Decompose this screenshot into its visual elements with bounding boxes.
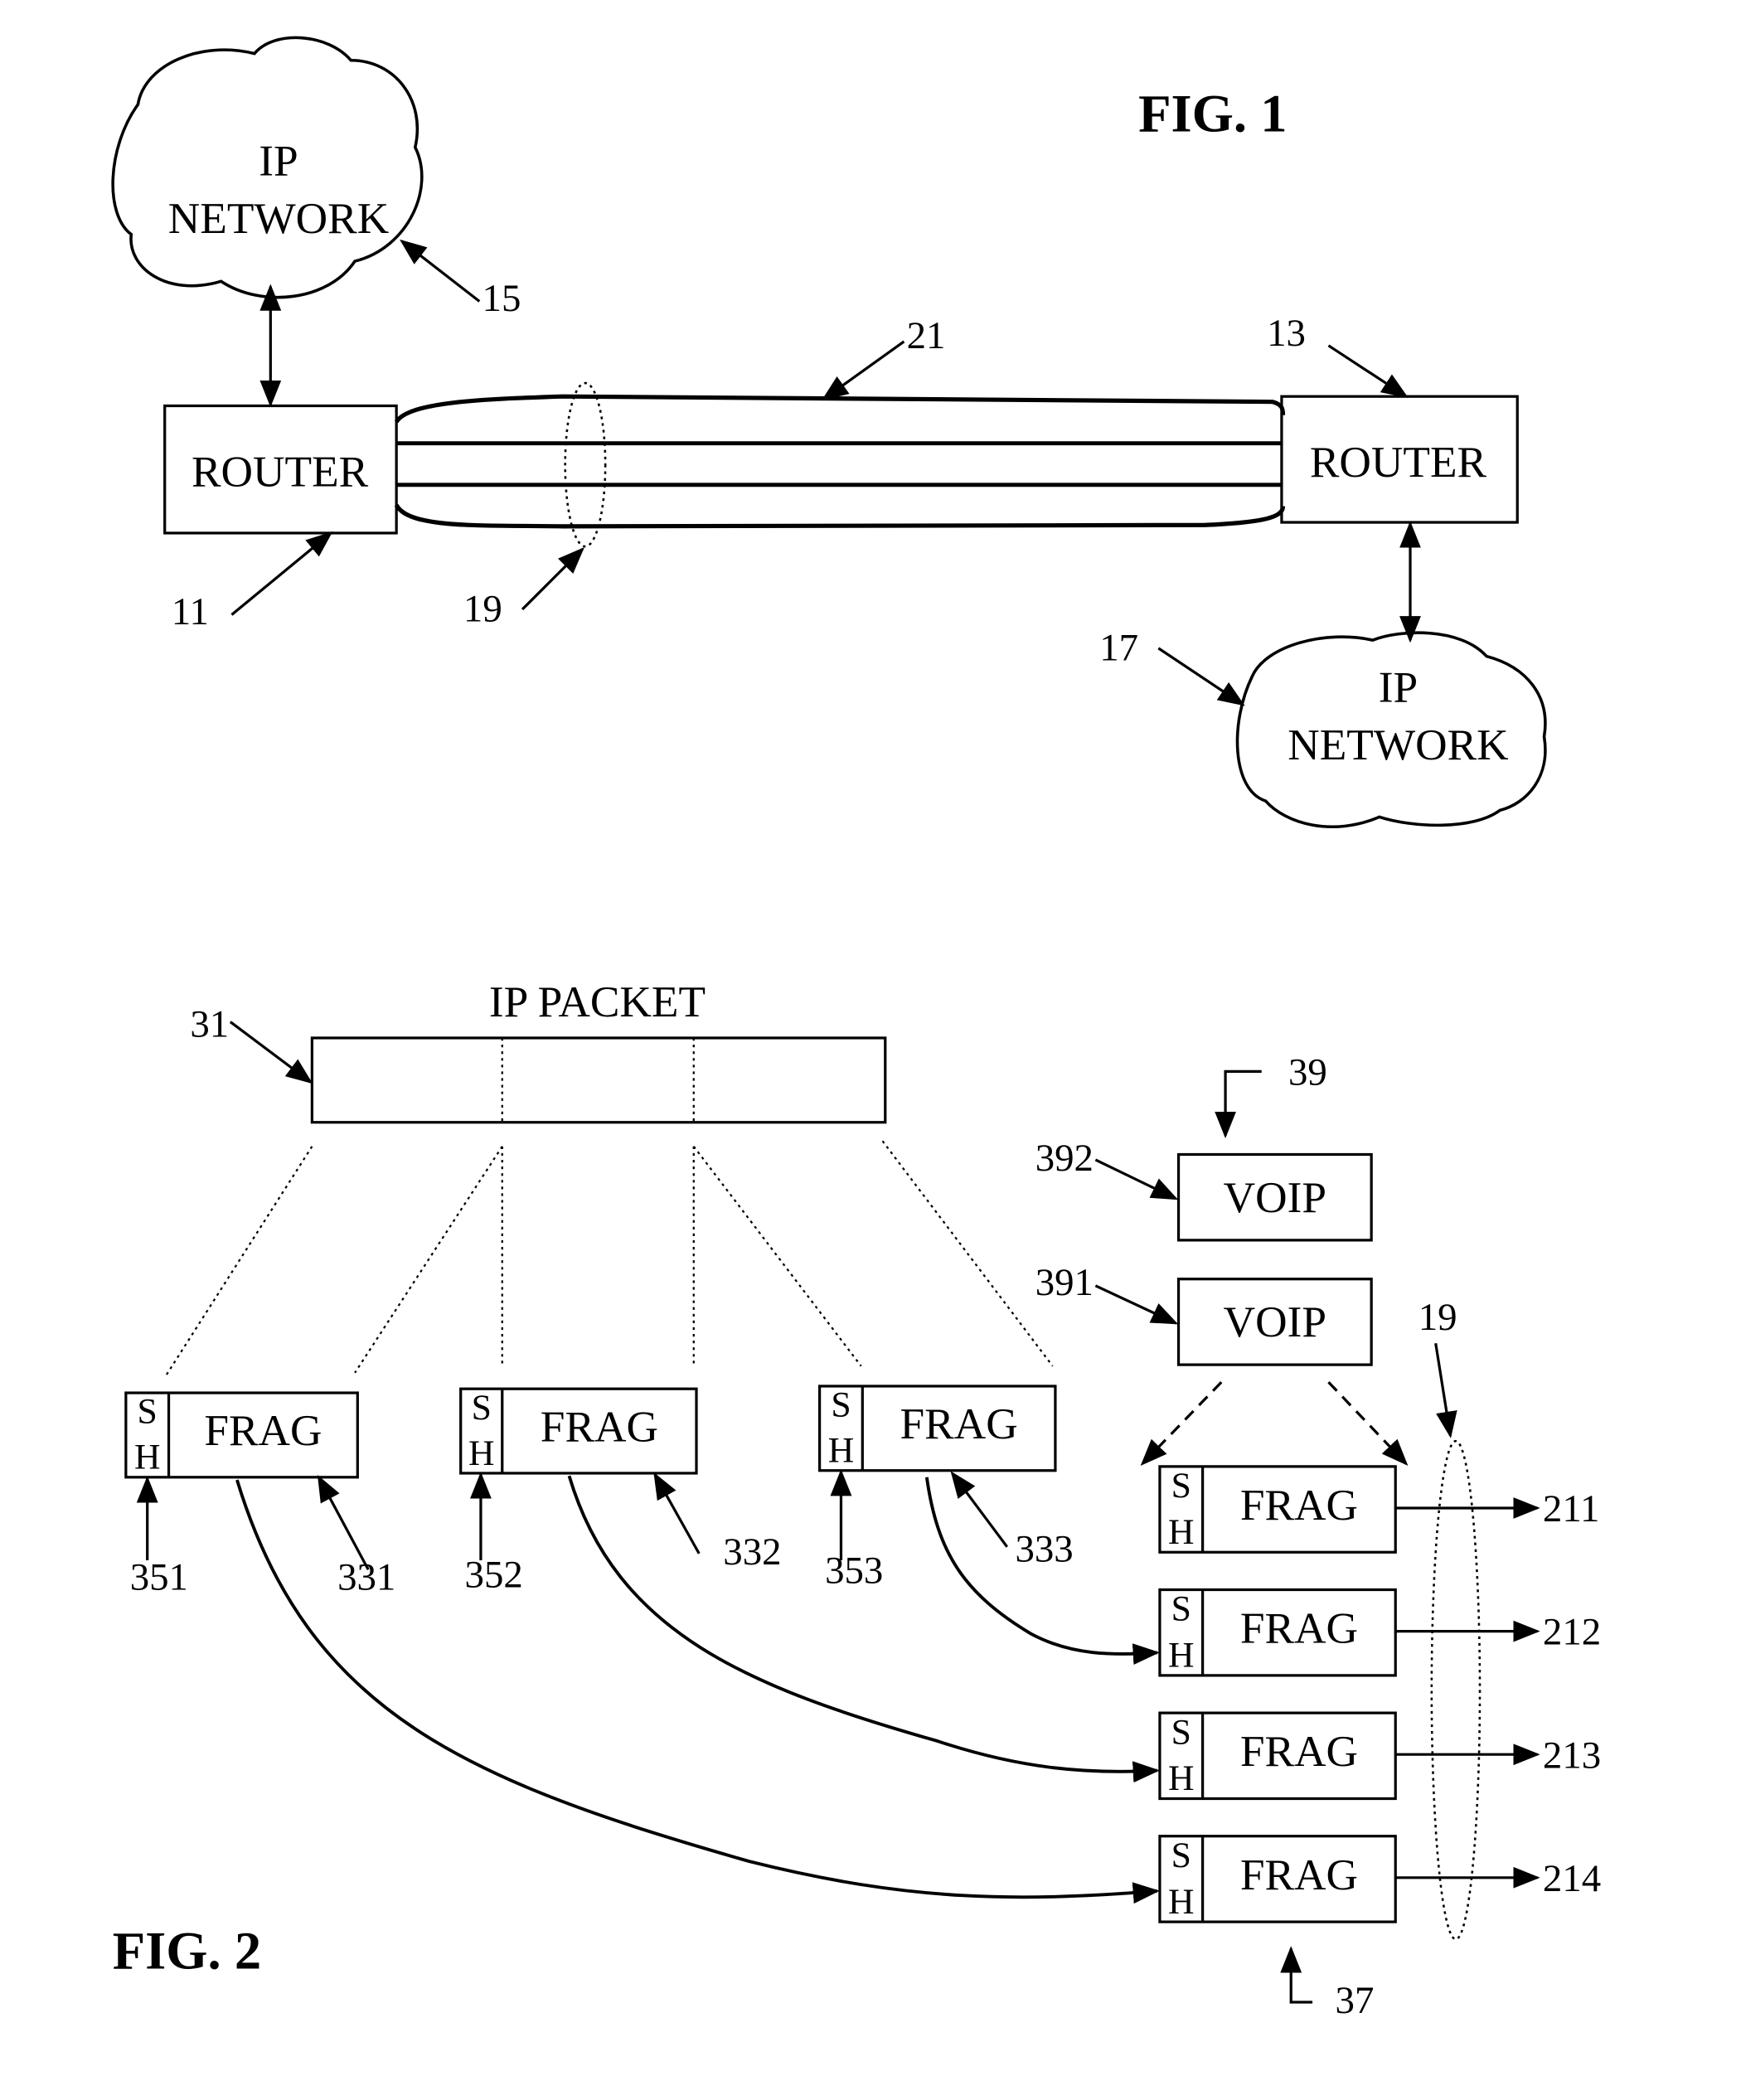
ip-packet <box>310 1036 887 1124</box>
ip-packet-label: IP PACKET <box>489 977 706 1026</box>
link-ref: 213 <box>1543 1734 1601 1777</box>
cloud-top-line1: IP <box>259 137 298 186</box>
voip-ref: 392 <box>1035 1137 1094 1180</box>
output-fragment: SH FRAG 212 <box>1158 1588 1601 1677</box>
header-h: H <box>468 1433 495 1473</box>
header-ref: 351 <box>130 1556 188 1599</box>
fragment-label: FRAG <box>1240 1481 1358 1530</box>
ref-21: 21 <box>907 314 946 357</box>
header-s: S <box>831 1385 851 1425</box>
voip-split-arrow-right <box>1327 1381 1409 1466</box>
cloud-bottom-line2: NETWORK <box>1288 720 1508 769</box>
fragment-label: FRAG <box>204 1406 322 1455</box>
ref-19-right-leader <box>1434 1343 1457 1438</box>
ip-network-top: IP NETWORK <box>111 36 424 299</box>
header-s: S <box>1171 1466 1191 1506</box>
output-fragment: SH FRAG 213 <box>1158 1711 1601 1801</box>
output-fragment: SH FRAG 211 <box>1158 1465 1600 1554</box>
voip-label: VOIP <box>1224 1173 1326 1222</box>
cloud-bottom-line1: IP <box>1379 663 1418 712</box>
fragment-label: FRAG <box>541 1402 658 1451</box>
header-ref: 352 <box>465 1553 523 1596</box>
voip-ref-leader <box>1094 1284 1179 1325</box>
ref-19-leader <box>521 547 584 611</box>
voip-label: VOIP <box>1224 1297 1326 1346</box>
source-fragment: SH FRAG 353 333 <box>818 1385 1074 1592</box>
fragment-label: FRAG <box>1240 1604 1358 1653</box>
ref-13-leader <box>1327 344 1409 398</box>
ref-11-leader <box>230 531 333 616</box>
ref-19-top: 19 <box>463 588 502 631</box>
link-ref: 212 <box>1543 1611 1601 1654</box>
ref-37-leader <box>1280 1946 1313 2004</box>
ref-13: 13 <box>1267 312 1306 355</box>
ref-19-right: 19 <box>1419 1296 1457 1339</box>
header-h: H <box>1168 1758 1195 1798</box>
voip-packet: VOIP 392 <box>1035 1137 1373 1242</box>
header-h: H <box>1168 1636 1195 1676</box>
header-s: S <box>1171 1589 1191 1629</box>
fragment-label: FRAG <box>900 1399 1018 1448</box>
ref-39: 39 <box>1288 1051 1327 1094</box>
header-s: S <box>1171 1712 1191 1752</box>
ip-network-bottom: IP NETWORK <box>1235 631 1547 828</box>
fragment-ref: 332 <box>723 1530 781 1574</box>
fragment-ref-leader <box>950 1471 1009 1548</box>
ref-15-leader <box>400 239 481 303</box>
router-right-label: ROUTER <box>1310 438 1487 487</box>
voip-split-arrow-left <box>1140 1380 1223 1466</box>
fragment-ref: 331 <box>337 1556 395 1599</box>
output-fragment: SH FRAG 214 <box>1158 1835 1601 1923</box>
fragment-label: FRAG <box>1240 1850 1358 1899</box>
link-bundle-19-ellipse <box>564 381 607 548</box>
header-s: S <box>138 1392 158 1432</box>
fragment-ref: 333 <box>1015 1528 1073 1571</box>
header-h: H <box>1168 1882 1195 1922</box>
link-ref: 211 <box>1543 1487 1600 1530</box>
ref-21-leader <box>821 340 905 401</box>
fragment-label: FRAG <box>1240 1727 1358 1776</box>
figure-1-title: FIG. 1 <box>1138 83 1287 143</box>
header-h: H <box>134 1438 161 1477</box>
router-left-label: ROUTER <box>192 447 369 496</box>
header-ref: 353 <box>825 1549 883 1592</box>
ref-31-leader <box>229 1021 313 1084</box>
ref-37: 37 <box>1336 1979 1375 2022</box>
ref-11: 11 <box>172 590 209 633</box>
voip-ref: 391 <box>1035 1261 1094 1304</box>
link-ref: 214 <box>1543 1857 1601 1900</box>
voip-packet: VOIP 391 <box>1035 1261 1373 1366</box>
fragment-ref-leader <box>653 1472 701 1554</box>
header-h: H <box>828 1431 855 1471</box>
figure-2-title: FIG. 2 <box>113 1921 261 1981</box>
ref-17-leader <box>1157 647 1245 706</box>
ref-15: 15 <box>483 277 521 320</box>
ref-17: 17 <box>1099 626 1138 669</box>
ref-39-leader <box>1215 1069 1262 1139</box>
source-fragment: SH FRAG 352 332 <box>459 1387 782 1596</box>
header-s: S <box>1171 1836 1191 1875</box>
fragment-projection-lines <box>165 1140 1054 1376</box>
cloud-top-line2: NETWORK <box>168 194 389 243</box>
trunk-links <box>394 394 1286 529</box>
figure-1: FIG. 1 IP NETWORK 15 ROUTER 11 19 21 ROU… <box>111 36 1547 828</box>
curve-332-to-213 <box>567 1475 1160 1783</box>
source-fragment: SH FRAG 351 331 <box>124 1391 395 1599</box>
header-h: H <box>1168 1512 1195 1552</box>
link-bundle-19-ellipse-right <box>1430 1439 1482 1941</box>
ref-31: 31 <box>190 1002 229 1045</box>
patent-figures: FIG. 1 IP NETWORK 15 ROUTER 11 19 21 ROU… <box>111 36 1601 2022</box>
header-s: S <box>472 1388 492 1428</box>
figure-2: FIG. 2 IP PACKET 31 SHFRAG351 331SHFRAG35… <box>113 977 1601 2022</box>
voip-ref-leader <box>1094 1158 1179 1200</box>
